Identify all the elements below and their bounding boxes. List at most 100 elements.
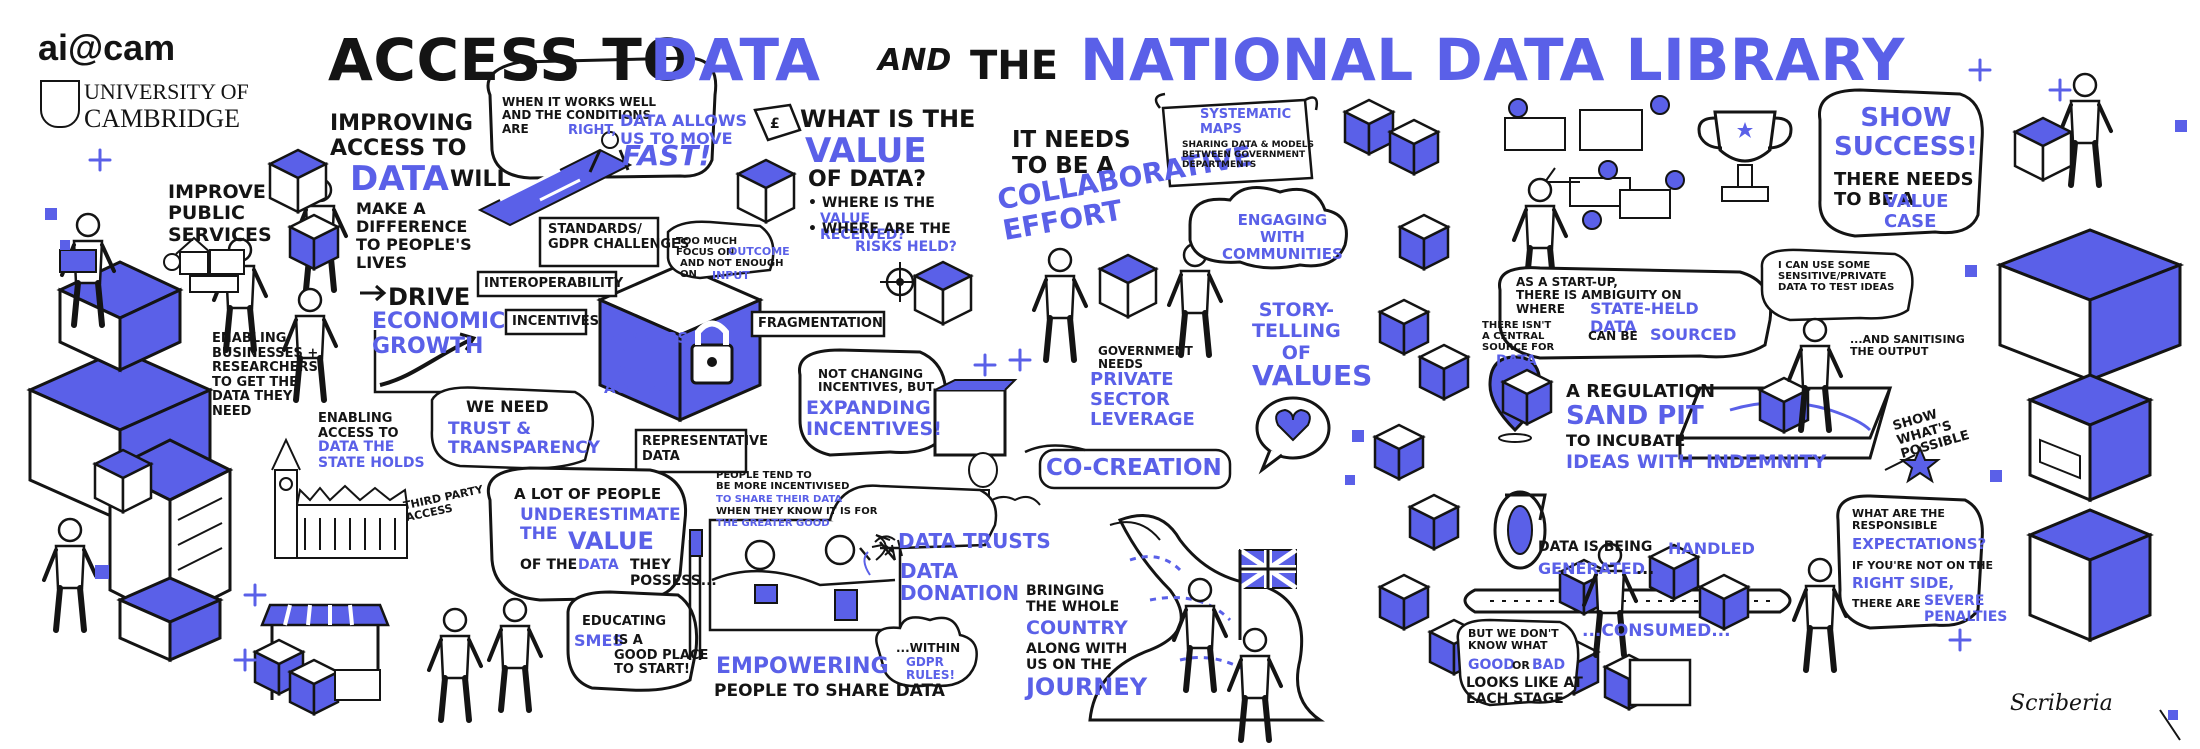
co-creation-text: CO-CREATION [1046,455,1222,481]
regulation-sandpit-d: IDEAS WITH [1566,451,1694,473]
hospital-bed-icon [688,518,902,660]
not-changing-incentives: NOT CHANGING INCENTIVES, BUT [818,367,935,395]
small-data-cube [268,148,328,214]
value-question-line1: WHAT IS THE [800,105,976,133]
ai-at-cam-logo: ai@cam [38,27,176,68]
good-bad-bad: BAD [1532,657,1566,673]
title-and: AND [878,43,952,78]
responsible-a: WHAT ARE THE RESPONSIBLE [1852,507,1945,533]
value-case-word: VALUE CASE [1884,191,1949,233]
interoperability-label: INTEROPERABILITY [484,276,624,291]
value-question-line3: OF DATA? [808,167,927,192]
journey-along: ALONG WITH US ON THE [1026,641,1128,673]
value-question-word: VALUE [805,131,927,171]
improving-access-heading: IMPROVING ACCESS TO [330,111,473,161]
right-block-tower [1995,228,2185,643]
pipeline-dots: ... [1636,559,1655,578]
fragmentation-label: FRAGMENTATION [758,316,883,331]
standards-gdpr-label: STANDARDS/ GDPR CHALLENGES [548,222,690,252]
price-tag-icon: £ [753,103,802,142]
responsible-d: RIGHT SIDE, [1852,574,1955,592]
regulation-sandpit-a: A REGULATION [1566,381,1716,402]
businesses-researchers-text: ENABLING BUSINESSES + RESEARCHERS TO GET… [212,331,319,419]
responsible-f: SEVERE PENALTIES [1924,593,2008,625]
good-bad-or: OR [1512,659,1530,672]
within-gdpr-b: GDPR RULES! [906,655,955,683]
people-incentivised-b: TO SHARE THEIR DATA [716,494,843,505]
good-bad-a: BUT WE DON'T KNOW WHAT [1468,627,1559,653]
svg-text:£: £ [770,116,780,132]
title-data: DATA [650,26,821,94]
story-telling: STORY- TELLING OF [1252,299,1341,364]
trust-we-need: WE NEED [466,397,549,416]
sanitising-output-text: ...AND SANITISING THE OUTPUT [1850,333,1965,359]
government-needs: GOVERNMENT NEEDS [1098,344,1193,372]
heart-speech-icon [1255,396,1331,475]
conditions-right: RIGHT, [568,123,617,138]
responsible-b: EXPECTATIONS? [1852,535,1987,553]
pipeline-generated: GENERATED [1538,559,1645,578]
expanding-incentives: EXPANDING INCENTIVES! [806,397,942,441]
journey-bringing: BRINGING THE WHOLE [1026,583,1120,615]
regulation-sandpit-b: SAND PIT [1566,401,1704,431]
economic-growth-text: ECONOMIC GROWTH [372,309,506,359]
outcome-text-d: INPUT [712,269,750,282]
university-line-1: UNIVERSITY OF [84,79,249,104]
underestimate-data: DATA [578,557,619,573]
show-success: SHOW SUCCESS! [1834,103,1978,163]
private-sector-leverage: PRIVATE SECTOR LEVERAGE [1090,369,1195,431]
systematic-maps-desc: SHARING DATA & MODELS BETWEEN GOVERNMENT… [1182,140,1315,171]
enabling-access-state: ENABLING ACCESS TO [318,411,399,441]
difference-lives-text: MAKE A DIFFERENCE TO PEOPLE'S LIVES [356,199,472,272]
pipeline-consumed: ...CONSUMED... [1582,621,1731,641]
pipeline-being: DATA IS BEING [1538,539,1653,555]
no-central-source: THERE ISN'T A CENTRAL SOURCE FOR [1482,320,1555,354]
value-bullet-2a: • WHERE ARE THE [808,221,951,237]
regulation-sandpit-c: TO INCUBATE [1566,431,1686,450]
responsible-e: THERE ARE [1852,597,1921,610]
engaging-communities: ENGAGING WITH COMMUNITIES [1222,211,1343,263]
values-text: VALUES [1252,359,1373,392]
smes-educating: EDUCATING [582,614,667,629]
journey-word: JOURNEY [1026,673,1148,701]
incentives-label: INCENTIVES [512,314,600,329]
within-gdpr-a: ...WITHIN [896,641,961,655]
empowering-text: EMPOWERING [716,654,889,679]
representative-data-label: REPRESENTATIVE DATA [642,434,768,464]
trust-transparency: TRUST & TRANSPARENCY [448,419,601,459]
underestimate-value: VALUE [568,527,654,555]
data-state-holds: DATA THE STATE HOLDS [318,439,425,471]
title-the: THE [970,43,1059,89]
people-incentivised-c: WHEN THEY KNOW IT IS FOR [716,506,878,517]
underestimate-of-the: OF THE [520,557,578,573]
title-national-data-library: NATIONAL DATA LIBRARY [1080,26,1905,94]
startup-can-be: CAN BE [1588,329,1638,343]
smes-good-place: IS A GOOD PLACE TO START! [614,633,709,678]
value-bullet-2b: RISKS HELD? [855,239,957,255]
outcome-text-b: OUTCOME [728,245,790,258]
drive-text: DRIVE [388,283,471,311]
public-services-text: IMPROVE PUBLIC SERVICES [168,181,272,246]
value-bullet-1a: • WHERE IS THE [808,195,935,211]
title-access-to: ACCESS TO [328,26,693,94]
journey-country: COUNTRY [1026,617,1128,639]
people-incentivised-d: THE GREATER GOOD [716,518,830,529]
improving-will: WILL [450,167,511,192]
artist-signature: Scriberia [2010,691,2113,716]
responsible-c: IF YOU'RE NOT ON THE [1852,559,1993,572]
illustration-canvas: £ ai@cam UNIVERSITY OF CAMBRIDGE ACCESS … [0,0,2200,749]
market-stall-icon [253,603,390,716]
data-pin-icon [1488,355,1553,443]
startup-sourced: SOURCED [1650,325,1737,344]
trophy-icon [1697,110,1793,202]
test-ideas-text: I CAN USE SOME SENSITIVE/PRIVATE DATA TO… [1778,260,1895,294]
people-share-data: PEOPLE TO SHARE DATA [714,681,945,701]
regulation-sandpit-e: INDEMNITY [1706,451,1827,473]
systematic-maps-title: SYSTEMATIC MAPS [1200,107,1292,137]
barriers-center-text: BARRIERS TO DATA ACCESS [604,329,689,398]
university-line-2: CAMBRIDGE [84,104,241,133]
good-bad-good: GOOD [1468,657,1515,673]
people-incentivised-a: PEOPLE TEND TO BE MORE INCENTIVISED [716,470,850,493]
data-donation: DATA DONATION [900,559,1020,606]
conditions-fast: FAST! [622,139,712,172]
